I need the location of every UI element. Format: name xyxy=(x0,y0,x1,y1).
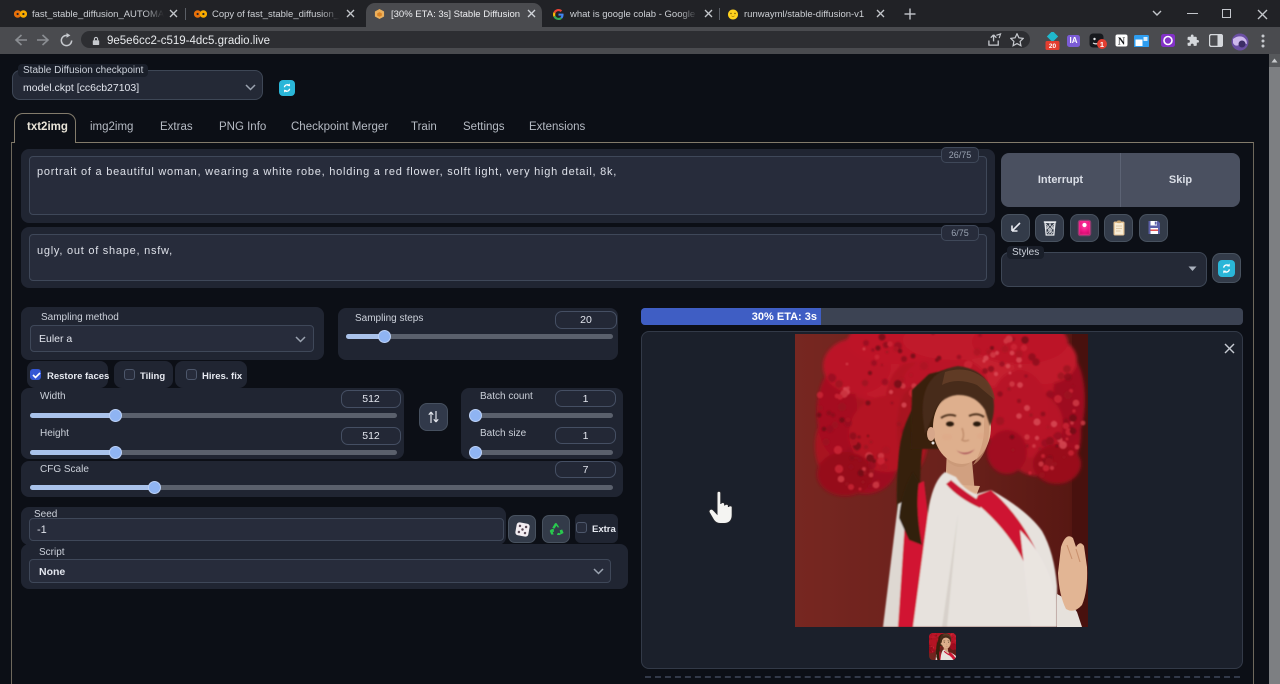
svg-text:20: 20 xyxy=(1049,43,1057,50)
svg-text:N: N xyxy=(1118,37,1126,48)
svg-text:1: 1 xyxy=(1100,40,1104,49)
